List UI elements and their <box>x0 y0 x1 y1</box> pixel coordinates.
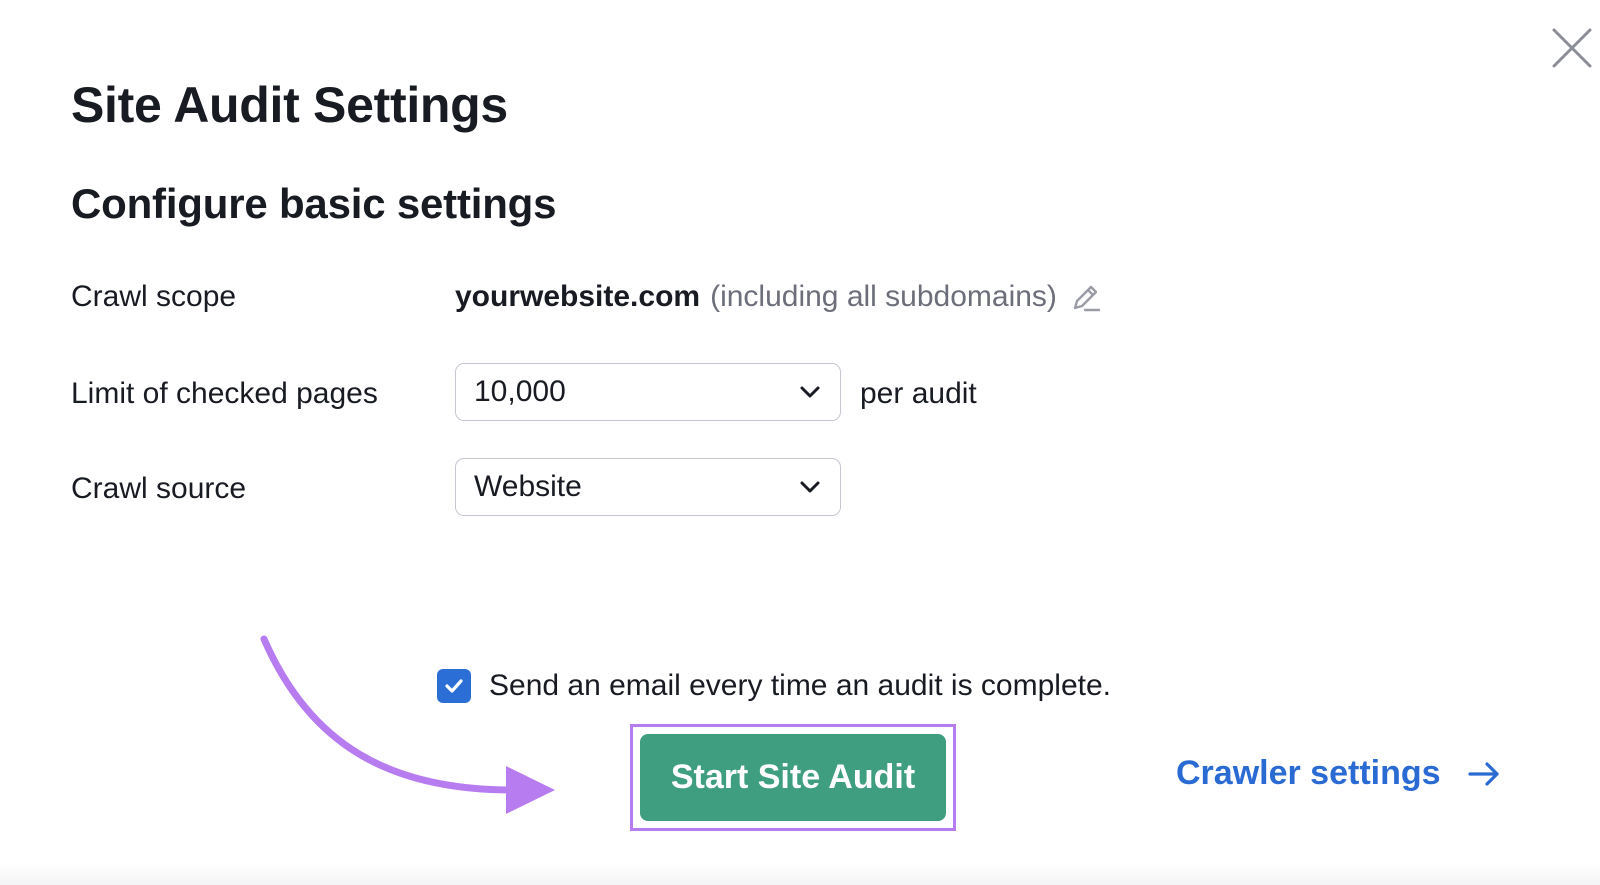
arrow-right-icon <box>1467 761 1499 786</box>
page-limit-select[interactable]: 10,000 <box>455 363 841 421</box>
crawl-source-value: Website <box>474 470 582 503</box>
check-icon <box>445 679 463 693</box>
email-option-label: Send an email every time an audit is com… <box>489 669 1111 702</box>
close-button[interactable] <box>1550 26 1594 70</box>
crawler-settings-link[interactable]: Crawler settings <box>1176 754 1501 793</box>
site-audit-settings-dialog: Site Audit Settings Configure basic sett… <box>0 0 1600 885</box>
section-heading: Configure basic settings <box>71 180 557 227</box>
crawl-scope-value: yourwebsite.com (including all subdomain… <box>455 280 1103 314</box>
email-checkbox[interactable] <box>437 669 471 703</box>
page-limit-label: Limit of checked pages <box>71 377 378 410</box>
close-icon <box>1552 28 1592 68</box>
curved-arrow-icon <box>260 635 555 814</box>
crawl-source-label: Crawl source <box>71 472 247 505</box>
page-limit-value: 10,000 <box>474 375 566 408</box>
crawl-scope-domain: yourwebsite.com <box>455 280 701 313</box>
page-limit-suffix: per audit <box>860 377 977 410</box>
pencil-icon[interactable] <box>1069 280 1103 314</box>
crawl-scope-note: (including all subdomains) <box>710 280 1057 313</box>
email-notification-option[interactable]: Send an email every time an audit is com… <box>437 669 1111 703</box>
dialog-title: Site Audit Settings <box>71 77 508 133</box>
start-site-audit-button[interactable]: Start Site Audit <box>640 734 946 821</box>
crawl-scope-label: Crawl scope <box>71 280 237 313</box>
crawl-source-select[interactable]: Website <box>455 458 841 516</box>
dialog-bottom-edge <box>0 863 1600 885</box>
crawler-settings-label: Crawler settings <box>1176 754 1441 792</box>
chevron-down-icon <box>800 481 820 493</box>
chevron-down-icon <box>800 386 820 398</box>
